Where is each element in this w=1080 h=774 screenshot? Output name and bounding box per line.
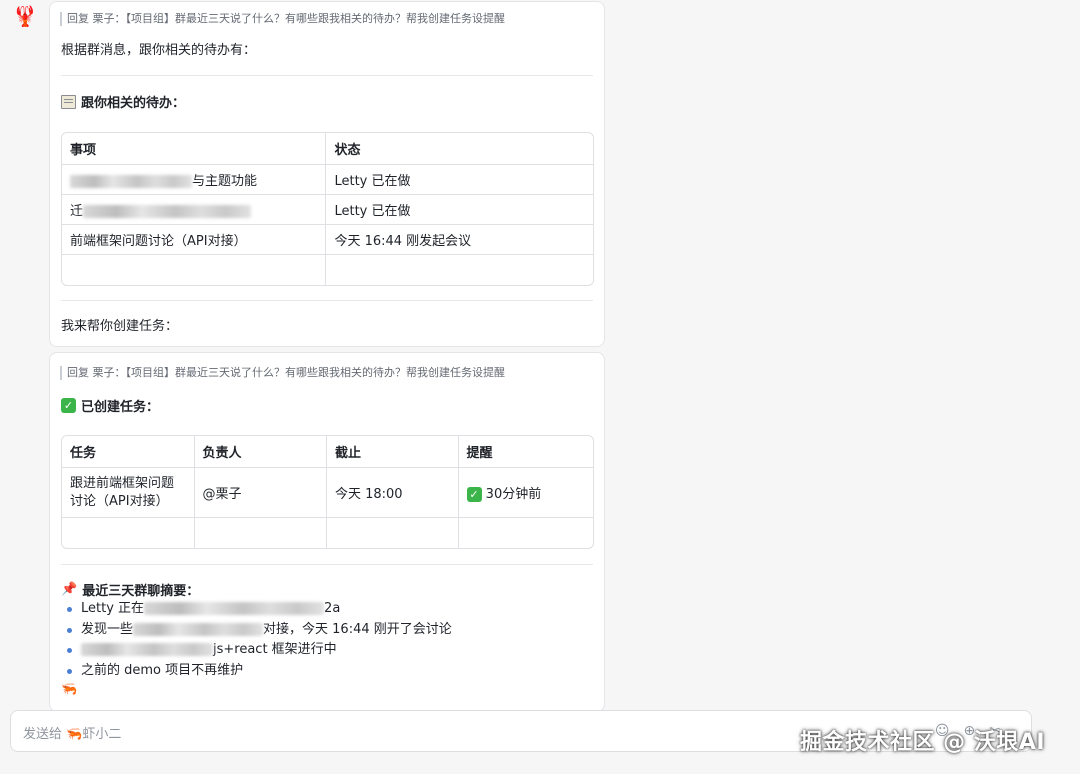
table-cell-reminder: ✓ 30分钟前 (458, 468, 593, 518)
table-cell-status: Letty 已在做 (326, 195, 593, 225)
message-card-todos: 回复 栗子：【项目组】群最近三天说了什么？有哪些跟我相关的待办？帮我创建任务设提… (49, 1, 605, 347)
reply-quote[interactable]: 回复 栗子：【项目组】群最近三天说了什么？有哪些跟我相关的待办？帮我创建任务设提… (60, 12, 594, 26)
todos-table: 事项 状态 与主题功能 Letty 已在做 迁 Letty 已在做 前端框架问题… (61, 132, 594, 286)
redacted-text (144, 602, 325, 615)
table-cell-item: 前端框架问题讨论（API对接） (62, 225, 327, 255)
column-header-task: 任务 (62, 436, 195, 468)
column-header-item: 事项 (62, 133, 327, 165)
message-card-tasks: 回复 栗子：【项目组】群最近三天说了什么？有哪些跟我相关的待办？帮我创建任务设提… (49, 352, 605, 712)
tasks-heading-label: 已创建任务： (81, 400, 160, 415)
redacted-text (70, 175, 192, 188)
table-row: 前端框架问题讨论（API对接） 今天 16:44 刚发起会议 (62, 225, 593, 255)
todos-heading-label: 跟你相关的待办： (81, 96, 186, 111)
list-item: 发现一些 对接，今天 16:44 刚开了会讨论 (61, 620, 452, 641)
column-header-owner: 负责人 (194, 436, 327, 468)
table-row-empty (62, 518, 593, 548)
table-row: 迁 Letty 已在做 (62, 195, 593, 225)
pushpin-icon: 📌 (61, 582, 78, 597)
summary-heading: 📌 最近三天群聊摘要： (61, 580, 199, 599)
table-cell-status: 今天 16:44 刚发起会议 (326, 225, 593, 255)
column-header-status: 状态 (326, 133, 593, 165)
shrimp-icon: 🦐 (61, 682, 78, 697)
table-cell-status: Letty 已在做 (326, 165, 593, 195)
tasks-table: 任务 负责人 截止 提醒 跟进前端框架问题讨论（API对接） @栗子 今天 18… (61, 435, 594, 549)
table-cell-item: 迁 (62, 195, 327, 225)
table-cell-owner[interactable]: @栗子 (194, 468, 327, 518)
lobster-icon: 🦞 (12, 4, 38, 28)
bot-avatar[interactable]: 🦞 (10, 2, 40, 30)
list-item: 之前的 demo 项目不再维护 (61, 661, 452, 682)
composer-placeholder: 发送给 🦐虾小二 (23, 727, 122, 742)
tasks-heading: ✓ 已创建任务： (61, 396, 159, 415)
check-icon: ✓ (466, 487, 482, 502)
intro-text: 根据群消息，跟你相关的待办有： (61, 43, 257, 58)
table-row-empty (62, 255, 593, 285)
closing-text: 我来帮你创建任务： (61, 319, 179, 334)
redacted-text (81, 643, 213, 656)
todos-heading: 跟你相关的待办： (61, 92, 185, 111)
list-item: js+react 框架进行中 (61, 640, 452, 661)
redacted-text (83, 205, 252, 218)
summary-list: Letty 正在 2a 发现一些 对接，今天 16:44 刚开了会讨论 js+rea… (61, 599, 452, 681)
table-cell-due: 今天 18:00 (326, 468, 459, 518)
list-item: Letty 正在 2a (61, 599, 452, 620)
shrimp-icon: 🦐 (66, 727, 83, 742)
table-cell-task: 跟进前端框架问题讨论（API对接） (62, 468, 195, 518)
watermark: 掘金技术社区 @ 沃垠AI (800, 730, 1046, 755)
summary-heading-label: 最近三天群聊摘要： (82, 584, 200, 599)
divider (61, 75, 593, 76)
divider (61, 564, 593, 565)
table-row: 与主题功能 Letty 已在做 (62, 165, 593, 195)
column-header-due: 截止 (326, 436, 459, 468)
column-header-reminder: 提醒 (458, 436, 593, 468)
table-row: 跟进前端框架问题讨论（API对接） @栗子 今天 18:00 ✓ 30分钟前 (62, 468, 593, 518)
divider (61, 300, 593, 301)
table-cell-item: 与主题功能 (62, 165, 327, 195)
item-text: 迁 (70, 204, 84, 219)
redacted-text (133, 622, 264, 636)
reply-quote[interactable]: 回复 栗子：【项目组】群最近三天说了什么？有哪些跟我相关的待办？帮我创建任务设提… (60, 366, 594, 380)
item-text: 与主题功能 (192, 174, 258, 189)
check-icon: ✓ (61, 398, 76, 413)
memo-icon (61, 94, 76, 109)
reminder-text: 30分钟前 (485, 487, 542, 502)
